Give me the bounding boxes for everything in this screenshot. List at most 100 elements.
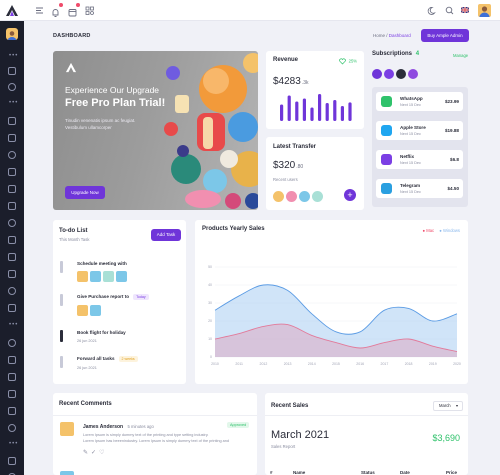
todo-tag: Today bbox=[133, 294, 149, 300]
revenue-bar bbox=[295, 101, 299, 121]
search-icon[interactable] bbox=[444, 5, 455, 16]
x-tick-label: 2018 bbox=[405, 362, 413, 366]
sidebar-item-docs[interactable] bbox=[8, 457, 16, 465]
sidebar-avatar[interactable] bbox=[6, 28, 18, 40]
sidebar-item-cards[interactable] bbox=[8, 253, 16, 261]
subscription-item[interactable]: Netflix Next 15 Dec $6.8 bbox=[376, 150, 463, 169]
subscription-item[interactable]: Telegram Next 15 Dec $4.50 bbox=[376, 179, 463, 198]
recent-users-label: Recent users bbox=[273, 177, 298, 182]
sidebar-item-auth[interactable] bbox=[8, 407, 16, 415]
column-header-status[interactable]: Status bbox=[361, 470, 375, 475]
assignee-avatar[interactable] bbox=[77, 271, 88, 282]
sidebar-item-invoice[interactable] bbox=[8, 236, 16, 244]
discord-icon[interactable] bbox=[372, 69, 382, 79]
commenter-avatar[interactable] bbox=[60, 422, 74, 436]
revenue-title: Revenue bbox=[273, 57, 299, 63]
assignee-avatar[interactable] bbox=[90, 305, 101, 316]
bell-icon[interactable] bbox=[50, 3, 63, 17]
assignee-avatar[interactable] bbox=[90, 271, 101, 282]
todo-item[interactable]: Give Purchase report to Today bbox=[60, 294, 149, 321]
revenue-amount-row: $4283.3k bbox=[273, 71, 308, 89]
sidebar-item-phone[interactable] bbox=[8, 219, 16, 227]
sidebar-item-widgets[interactable] bbox=[8, 304, 16, 312]
telegram-icon[interactable] bbox=[384, 69, 394, 79]
sidebar-item-tables[interactable] bbox=[8, 270, 16, 278]
todo-subtitle: This Month Task bbox=[59, 237, 90, 242]
sidebar-item-pages[interactable] bbox=[8, 356, 16, 364]
manage-subscriptions-link[interactable]: Manage bbox=[453, 53, 468, 58]
sidebar-item-dashboard[interactable] bbox=[8, 67, 16, 75]
user-avatar[interactable] bbox=[478, 4, 491, 17]
column-header-name[interactable]: Name bbox=[293, 470, 305, 475]
subscription-item[interactable]: Apple Store Next 15 Dec $19.88 bbox=[376, 121, 463, 140]
sidebar-item-email[interactable] bbox=[8, 168, 16, 176]
more-apps-icon[interactable] bbox=[408, 69, 418, 79]
edit-icon[interactable]: ✎ bbox=[83, 450, 91, 456]
flag-icon[interactable] bbox=[461, 7, 469, 13]
x-tick-label: 2013 bbox=[284, 362, 292, 366]
sidebar: ••• ••• ••• ••• bbox=[0, 21, 24, 475]
user-avatar-3[interactable] bbox=[299, 191, 310, 202]
heart-icon[interactable]: ♡ bbox=[99, 450, 107, 456]
breadcrumb: Home / Dashboard bbox=[373, 33, 411, 38]
todo-checkbox[interactable] bbox=[60, 261, 63, 273]
todo-checkbox[interactable] bbox=[60, 294, 63, 306]
user-avatar-2[interactable] bbox=[286, 191, 297, 202]
assignee-avatar[interactable] bbox=[77, 305, 88, 316]
column-header-number[interactable]: # bbox=[270, 470, 273, 475]
breadcrumb-home[interactable]: Home bbox=[373, 33, 385, 38]
todo-item[interactable]: Book flight for holiday 26 jun 2021 bbox=[60, 330, 126, 343]
page-title: DASHBOARD bbox=[53, 33, 91, 39]
sidebar-item-charts[interactable] bbox=[8, 287, 16, 295]
next-commenter-avatar[interactable] bbox=[60, 471, 74, 475]
menu-icon[interactable] bbox=[34, 5, 45, 16]
x-tick-label: 2017 bbox=[381, 362, 389, 366]
check-icon[interactable]: ✓ bbox=[91, 450, 99, 456]
sidebar-item-settings[interactable] bbox=[8, 373, 16, 381]
add-task-button[interactable]: Add Task bbox=[151, 229, 181, 241]
todo-item[interactable]: Schedule meeting with bbox=[60, 261, 129, 287]
todo-item[interactable]: Forward all tasks 2 weeks 26 jun 2021 bbox=[60, 356, 138, 370]
subscription-price: $6.8 bbox=[450, 157, 459, 162]
calendar-icon[interactable] bbox=[67, 3, 80, 17]
subscription-app-icons bbox=[372, 66, 420, 84]
divider bbox=[53, 415, 257, 416]
divider bbox=[265, 415, 468, 416]
user-avatar-4[interactable] bbox=[312, 191, 323, 202]
comment-time: 5 minutes ago bbox=[127, 424, 154, 429]
column-header-date[interactable]: Date bbox=[400, 470, 410, 475]
sidebar-item-notes[interactable] bbox=[8, 185, 16, 193]
apps-icon[interactable] bbox=[84, 5, 95, 16]
sidebar-item-help[interactable] bbox=[8, 424, 16, 432]
sidebar-item-analytics[interactable] bbox=[8, 83, 16, 91]
sidebar-item-calendar[interactable] bbox=[8, 151, 16, 159]
buy-ample-admin-button[interactable]: Buy Ample Admin bbox=[421, 29, 469, 42]
commenter-name[interactable]: James Anderson bbox=[83, 424, 123, 430]
moon-icon[interactable] bbox=[427, 5, 438, 16]
assignee-avatar[interactable] bbox=[103, 271, 114, 282]
sales-period-select[interactable]: March ▾ bbox=[433, 401, 463, 411]
subscription-item[interactable]: WhatsApp Next 15 Dec $23.99 bbox=[376, 92, 463, 111]
todo-text-row: Forward all tasks 2 weeks bbox=[77, 356, 138, 362]
sidebar-item-apps[interactable] bbox=[8, 117, 16, 125]
todo-date: 26 jun 2021 bbox=[77, 339, 97, 343]
upgrade-now-button[interactable]: Upgrade Now bbox=[65, 186, 105, 199]
sidebar-item-profile[interactable] bbox=[8, 339, 16, 347]
add-user-button[interactable]: + bbox=[344, 189, 356, 201]
sidebar-item-faq[interactable] bbox=[8, 390, 16, 398]
column-header-price[interactable]: Price bbox=[446, 470, 457, 475]
todo-checkbox-checked[interactable] bbox=[60, 330, 63, 342]
sidebar-item-chat[interactable] bbox=[8, 134, 16, 142]
logo-icon[interactable] bbox=[5, 4, 19, 17]
user-avatar-1[interactable] bbox=[273, 191, 284, 202]
todo-checkbox[interactable] bbox=[60, 356, 63, 368]
area-chart: 0 10 20 30 40 50 2010 2011 2012 2013 2014 2015 2016 2… bbox=[208, 265, 461, 366]
apple-icon[interactable] bbox=[396, 69, 406, 79]
sales-report-label: Sales Report bbox=[271, 444, 296, 449]
revenue-bar bbox=[310, 107, 314, 121]
sidebar-item-contacts[interactable] bbox=[8, 202, 16, 210]
comment-header: James Anderson 5 minutes ago bbox=[83, 424, 154, 430]
revenue-bar bbox=[348, 102, 352, 121]
revenue-card: Revenue 25% $4283.3k bbox=[266, 51, 364, 129]
assignee-avatar[interactable] bbox=[116, 271, 127, 282]
